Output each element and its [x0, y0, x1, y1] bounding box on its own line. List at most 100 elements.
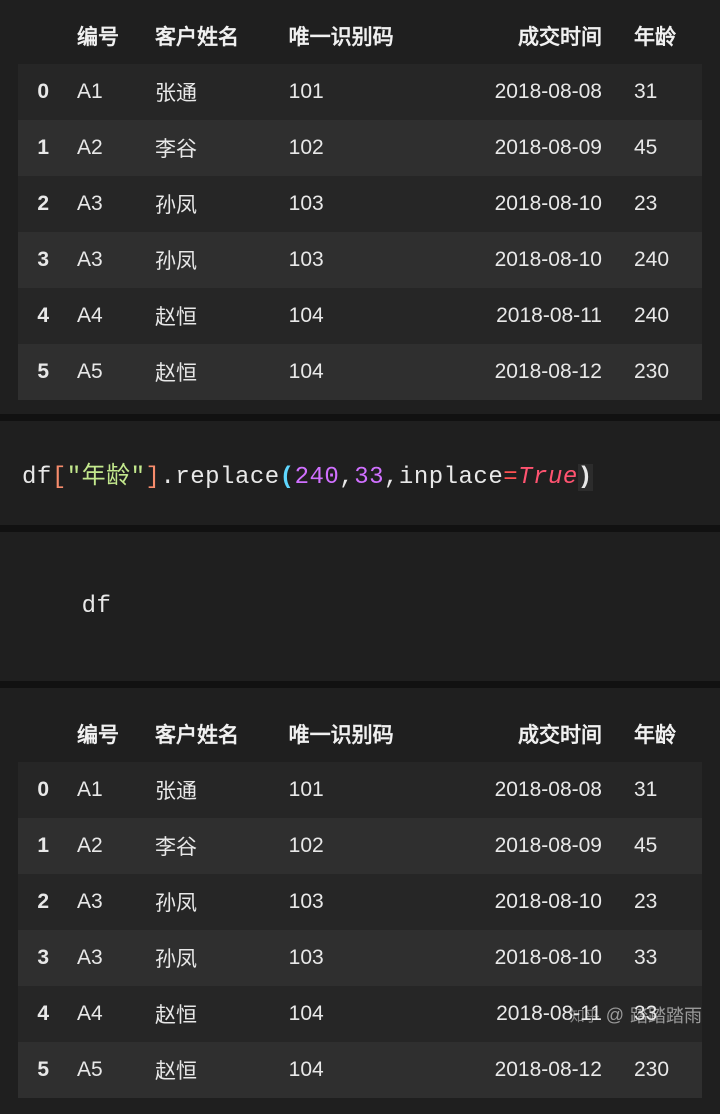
cell-name: 赵恒 [145, 288, 279, 344]
token-eq: = [503, 464, 518, 491]
cell-age: 230 [624, 344, 702, 400]
cell-name: 李谷 [145, 818, 279, 874]
dataframe-table-2: 编号 客户姓名 唯一识别码 成交时间 年龄 0A1张通1012018-08-08… [18, 706, 702, 1098]
cell-index: 4 [18, 986, 67, 1042]
table-row: 1A2李谷1022018-08-0945 [18, 120, 702, 176]
cell-time: 2018-08-11 [435, 288, 624, 344]
code-line: df["年龄"].replace(240,33,inplace=True) [22, 455, 698, 491]
token-true: True [518, 464, 578, 491]
cell-time: 2018-08-11 [435, 986, 624, 1042]
cell-bianhao: A3 [67, 176, 145, 232]
cell-uid: 103 [279, 930, 435, 986]
cell-uid: 102 [279, 818, 435, 874]
cell-uid: 101 [279, 762, 435, 818]
header-uid: 唯一识别码 [279, 8, 435, 64]
code-line: df [22, 566, 698, 647]
header-age: 年龄 [624, 706, 702, 762]
cell-age: 33 [624, 930, 702, 986]
token-dot: . [160, 464, 175, 491]
dataframe-output-2: 编号 客户姓名 唯一识别码 成交时间 年龄 0A1张通1012018-08-08… [0, 688, 720, 1112]
token-df: df [22, 464, 52, 491]
cell-name: 张通 [145, 762, 279, 818]
token-arg2: 33 [354, 464, 384, 491]
cell-index: 3 [18, 930, 67, 986]
table-row: 0A1张通1012018-08-0831 [18, 762, 702, 818]
cell-bianhao: A3 [67, 930, 145, 986]
cell-bianhao: A4 [67, 986, 145, 1042]
table-row: 4A4赵恒1042018-08-1133 [18, 986, 702, 1042]
cell-age: 45 [624, 120, 702, 176]
token-arg1: 240 [295, 464, 340, 491]
cell-index: 3 [18, 232, 67, 288]
cell-bianhao: A1 [67, 762, 145, 818]
header-bianhao: 编号 [67, 706, 145, 762]
table-header-row: 编号 客户姓名 唯一识别码 成交时间 年龄 [18, 706, 702, 762]
dataframe-output-1: 编号 客户姓名 唯一识别码 成交时间 年龄 0A1张通1012018-08-08… [0, 0, 720, 414]
cell-uid: 103 [279, 874, 435, 930]
cell-age: 240 [624, 232, 702, 288]
table-row: 4A4赵恒1042018-08-11240 [18, 288, 702, 344]
cell-bianhao: A3 [67, 874, 145, 930]
token-bracket-close: ] [146, 464, 161, 491]
cell-name: 赵恒 [145, 344, 279, 400]
cell-index: 5 [18, 1042, 67, 1098]
cell-time: 2018-08-09 [435, 818, 624, 874]
table-row: 2A3孙凤1032018-08-1023 [18, 176, 702, 232]
header-time: 成交时间 [435, 706, 624, 762]
table-row: 3A3孙凤1032018-08-10240 [18, 232, 702, 288]
cell-uid: 104 [279, 344, 435, 400]
cell-age: 23 [624, 176, 702, 232]
token-bracket-open: [ [52, 464, 67, 491]
token-df: df [82, 593, 112, 620]
code-cell-df[interactable]: df [0, 532, 720, 688]
cell-bianhao: A1 [67, 64, 145, 120]
cell-index: 2 [18, 176, 67, 232]
token-paren-close: ) [578, 464, 593, 491]
table-row: 3A3孙凤1032018-08-1033 [18, 930, 702, 986]
token-comma2: , [384, 464, 399, 491]
cell-age: 45 [624, 818, 702, 874]
header-name: 客户姓名 [145, 8, 279, 64]
cell-age: 31 [624, 64, 702, 120]
cell-age: 31 [624, 762, 702, 818]
cell-uid: 103 [279, 232, 435, 288]
cell-uid: 104 [279, 288, 435, 344]
table-row: 0A1张通1012018-08-0831 [18, 64, 702, 120]
cell-uid: 104 [279, 986, 435, 1042]
cell-time: 2018-08-10 [435, 232, 624, 288]
cell-bianhao: A2 [67, 120, 145, 176]
token-kwarg: inplace [399, 464, 503, 491]
cell-time: 2018-08-12 [435, 1042, 624, 1098]
header-index [18, 8, 67, 64]
cell-time: 2018-08-08 [435, 762, 624, 818]
header-name: 客户姓名 [145, 706, 279, 762]
table-header-row: 编号 客户姓名 唯一识别码 成交时间 年龄 [18, 8, 702, 64]
dataframe-table-1: 编号 客户姓名 唯一识别码 成交时间 年龄 0A1张通1012018-08-08… [18, 8, 702, 400]
table-row: 5A5赵恒1042018-08-12230 [18, 344, 702, 400]
cell-index: 1 [18, 818, 67, 874]
cell-bianhao: A5 [67, 1042, 145, 1098]
table-row: 5A5赵恒1042018-08-12230 [18, 1042, 702, 1098]
cell-name: 赵恒 [145, 986, 279, 1042]
cell-uid: 102 [279, 120, 435, 176]
cell-index: 5 [18, 344, 67, 400]
header-index [18, 706, 67, 762]
cell-name: 赵恒 [145, 1042, 279, 1098]
token-paren-open: ( [280, 464, 295, 491]
code-cell-replace[interactable]: df["年龄"].replace(240,33,inplace=True) [0, 414, 720, 532]
token-method: replace [175, 464, 279, 491]
header-bianhao: 编号 [67, 8, 145, 64]
cell-time: 2018-08-10 [435, 930, 624, 986]
header-time: 成交时间 [435, 8, 624, 64]
cell-time: 2018-08-10 [435, 874, 624, 930]
cell-name: 孙凤 [145, 232, 279, 288]
table-row: 2A3孙凤1032018-08-1023 [18, 874, 702, 930]
cell-uid: 104 [279, 1042, 435, 1098]
cell-bianhao: A2 [67, 818, 145, 874]
cell-index: 0 [18, 762, 67, 818]
cell-index: 4 [18, 288, 67, 344]
cell-name: 李谷 [145, 120, 279, 176]
cell-name: 孙凤 [145, 176, 279, 232]
cell-bianhao: A3 [67, 232, 145, 288]
token-comma1: , [339, 464, 354, 491]
